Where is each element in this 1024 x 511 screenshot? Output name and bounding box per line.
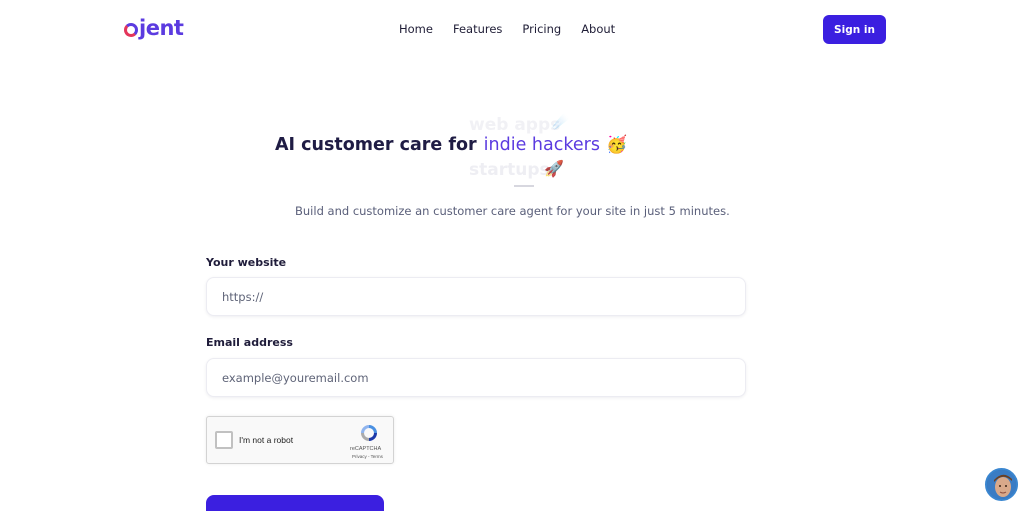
comet-icon: ☄️ (552, 114, 570, 130)
hero-rotating-next: startups (469, 160, 550, 180)
email-input[interactable] (206, 358, 746, 397)
submit-button[interactable] (206, 495, 384, 511)
brand-logo[interactable]: jent (124, 13, 184, 43)
sign-in-button[interactable]: Sign in (823, 15, 886, 44)
nav-home[interactable]: Home (399, 22, 433, 36)
nav-features[interactable]: Features (453, 22, 502, 36)
recaptcha-icon (361, 425, 377, 441)
main-nav: Home Features Pricing About (399, 22, 635, 36)
nav-pricing[interactable]: Pricing (522, 22, 561, 36)
recaptcha-checkbox[interactable] (215, 431, 233, 449)
hero-title: AI customer care for indie hackers 🥳 (275, 135, 627, 155)
recaptcha-widget: I'm not a robot reCAPTCHA Privacy - Term… (206, 416, 394, 464)
rocket-icon: 🚀 (544, 159, 564, 178)
recaptcha-label: I'm not a robot (239, 435, 294, 445)
hero-rotating-text: indie hackers (483, 135, 600, 155)
recaptcha-links[interactable]: Privacy - Terms (352, 454, 383, 459)
nav-about[interactable]: About (581, 22, 615, 36)
hero-subtitle: Build and customize an customer care age… (295, 204, 730, 218)
email-label: Email address (206, 336, 293, 349)
website-input[interactable] (206, 277, 746, 316)
avatar-icon[interactable] (985, 468, 1018, 501)
logo-icon (124, 22, 138, 37)
avatar-face-icon (987, 470, 1016, 499)
recaptcha-brand: reCAPTCHA (350, 446, 382, 452)
hero-rotating-prev: web apps (469, 115, 561, 135)
logo-text: jent (139, 16, 184, 40)
hero-static-text: AI customer care for (275, 135, 477, 155)
party-face-icon: 🥳 (605, 135, 628, 155)
website-label: Your website (206, 256, 287, 269)
rotating-indicator (514, 185, 534, 187)
